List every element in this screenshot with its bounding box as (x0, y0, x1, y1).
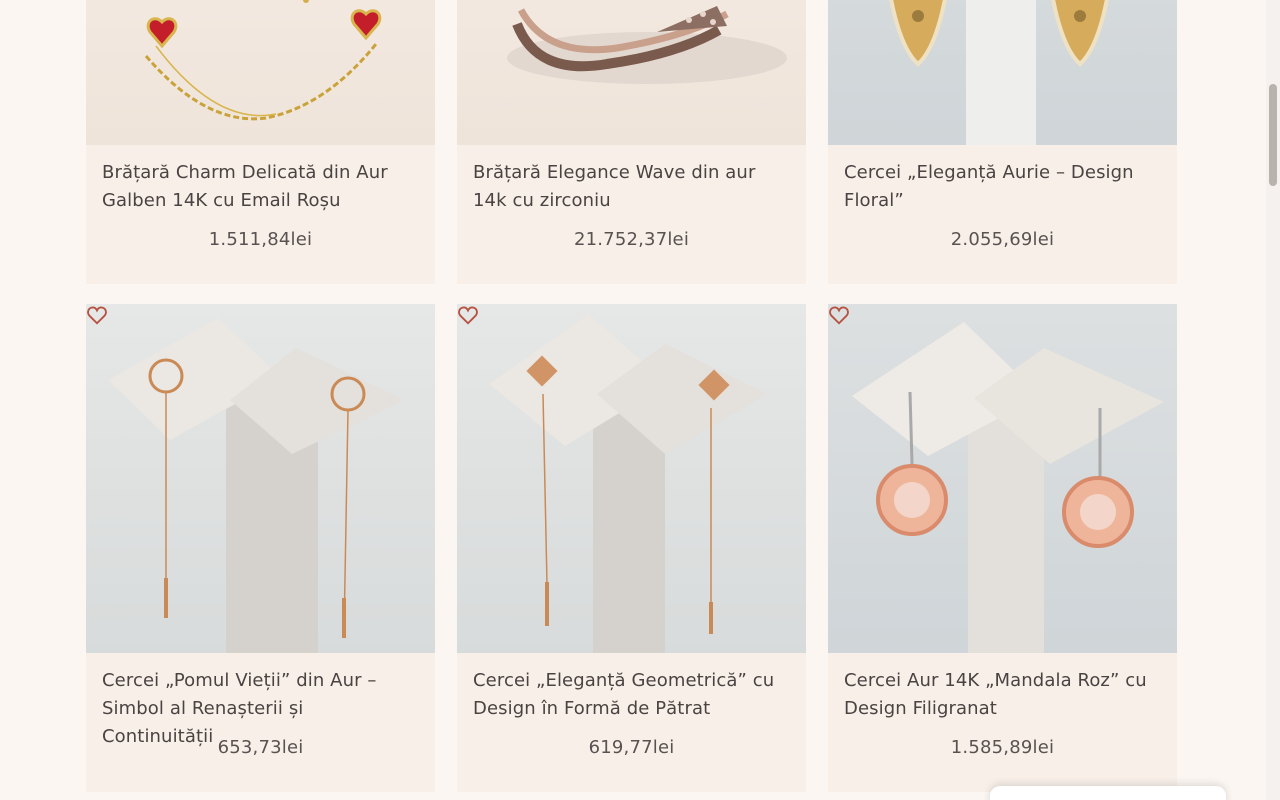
heart-outline-icon[interactable] (86, 304, 108, 326)
product-card[interactable]: Cercei „Pomul Vieții” din Aur – Simbol a… (86, 304, 435, 792)
product-card[interactable]: Cercei „Eleganță Aurie – Design Floral” … (828, 0, 1177, 284)
chat-widget[interactable] (990, 786, 1226, 800)
product-image[interactable] (86, 0, 435, 145)
product-image[interactable] (828, 304, 1177, 653)
scrollbar[interactable] (1266, 0, 1280, 800)
heart-outline-icon[interactable] (457, 304, 479, 326)
product-title[interactable]: Cercei „Eleganță Aurie – Design Floral” (828, 145, 1177, 215)
heart-outline-icon[interactable] (828, 304, 850, 326)
product-image[interactable] (86, 304, 435, 653)
product-title[interactable]: Cercei „Pomul Vieții” din Aur – Simbol a… (86, 653, 435, 747)
scrollbar-thumb[interactable] (1269, 84, 1277, 186)
product-card[interactable]: Brățară Charm Delicată din Aur Galben 14… (86, 0, 435, 284)
product-price: 21.752,37lei (573, 229, 690, 250)
product-image[interactable] (457, 0, 806, 145)
product-image[interactable] (457, 304, 806, 653)
product-card[interactable]: Cercei „Eleganță Geometrică” cu Design î… (457, 304, 806, 792)
product-grid-page: Brățară Charm Delicată din Aur Galben 14… (0, 0, 1280, 800)
product-price: 1.585,89lei (950, 737, 1055, 758)
product-image[interactable] (828, 0, 1177, 145)
product-title[interactable]: Cercei Aur 14K „Mandala Roz” cu Design F… (828, 653, 1177, 723)
product-title[interactable]: Cercei „Eleganță Geometrică” cu Design î… (457, 653, 806, 723)
product-card[interactable]: Brățară Elegance Wave din aur 14k cu zir… (457, 0, 806, 284)
product-title[interactable]: Brățară Elegance Wave din aur 14k cu zir… (457, 145, 806, 215)
product-card[interactable]: Cercei Aur 14K „Mandala Roz” cu Design F… (828, 304, 1177, 792)
product-grid: Brățară Charm Delicată din Aur Galben 14… (86, 0, 1177, 792)
product-title[interactable]: Brățară Charm Delicată din Aur Galben 14… (86, 145, 435, 215)
product-price: 1.511,84lei (208, 229, 313, 250)
product-price: 619,77lei (588, 737, 675, 758)
product-price: 2.055,69lei (950, 229, 1055, 250)
